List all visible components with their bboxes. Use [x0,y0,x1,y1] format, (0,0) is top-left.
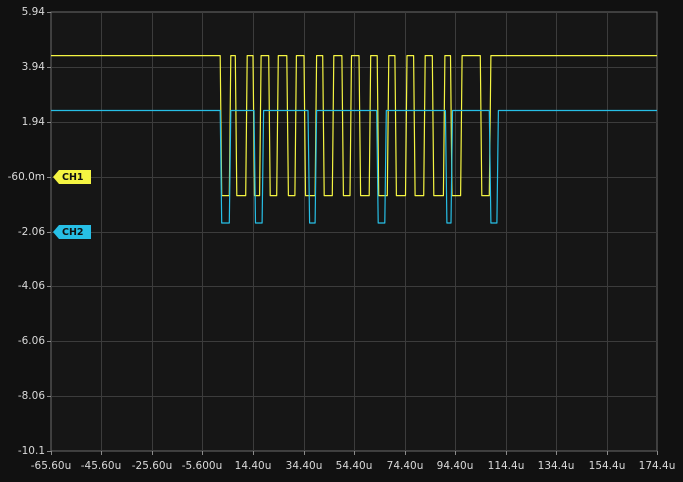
x-tick-label: 114.4u [488,460,525,472]
x-tick-label: -65.60u [31,460,72,472]
y-tick-label: -6.06 [18,335,45,347]
y-tick-label: 1.94 [22,116,46,128]
x-tick-label: 54.40u [336,460,373,472]
marker-label: CH1 [62,172,84,183]
x-tick-label: 74.40u [387,460,424,472]
y-tick-label: -8.06 [18,390,45,402]
x-tick-label: -25.60u [132,460,173,472]
x-tick-label: 134.4u [538,460,575,472]
x-tick-label: 14.40u [235,460,272,472]
y-tick-label: 3.94 [22,61,46,73]
x-tick-label: 34.40u [286,460,323,472]
x-tick-label: 154.4u [589,460,626,472]
y-tick-label: -60.0m [8,171,45,183]
marker-ch2[interactable]: CH2 [53,225,91,239]
marker-ch1[interactable]: CH1 [53,170,91,184]
x-tick-label: 174.4u [639,460,676,472]
y-tick-label: -10.1 [18,445,45,457]
grid [50,11,658,452]
marker-label: CH2 [62,227,84,238]
x-tick-label: 94.40u [437,460,474,472]
x-tick-label: -45.60u [81,460,122,472]
oscilloscope-display: -65.60u -45.60u -25.60u -5.600u 14.40u 34.40u… [0,0,683,482]
y-tick-label: -2.06 [18,226,45,238]
y-tick-label: 5.94 [22,6,46,18]
y-tick-label: -4.06 [18,280,45,292]
x-tick-label: -5.600u [182,460,223,472]
plot-area[interactable]: -65.60u -45.60u -25.60u -5.600u 14.40u 34.40u… [0,0,683,482]
